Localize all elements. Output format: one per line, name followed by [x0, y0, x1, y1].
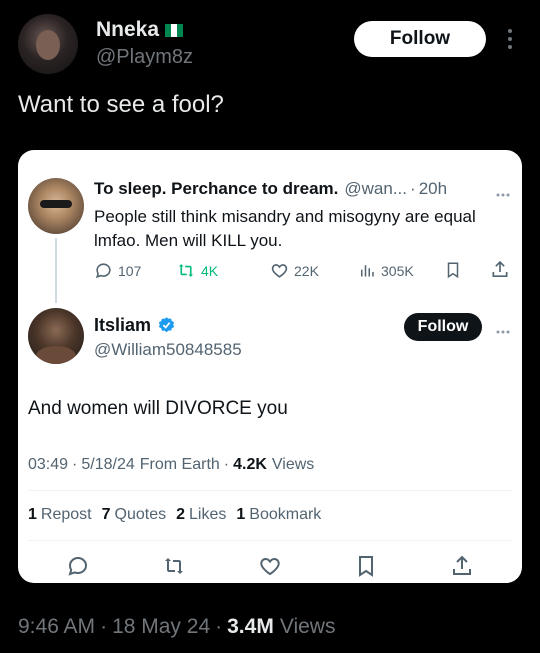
reply-author-name[interactable]: Itsliam — [94, 315, 151, 336]
engagement-row: 1 Repost 7 Quotes 2 Likes 1 Bookmark — [28, 506, 321, 524]
reply-button[interactable] — [66, 554, 90, 583]
reply-source[interactable]: From Earth — [140, 456, 220, 474]
repost-icon — [165, 558, 183, 574]
share-icon — [453, 555, 471, 575]
parent-views-action[interactable]: 305K — [358, 261, 414, 280]
heart-icon — [260, 557, 280, 576]
parent-avatar[interactable] — [28, 178, 84, 234]
parent-like-action[interactable]: 22K — [270, 261, 319, 280]
bookmarks-link[interactable]: 1 Bookmark — [236, 506, 321, 524]
parent-reply-action[interactable]: 107 — [94, 261, 141, 280]
bookmarks-count: 1 — [236, 506, 246, 523]
repost-button[interactable] — [162, 554, 186, 583]
bookmarks-label: Bookmark — [249, 506, 322, 523]
reply-author-handle[interactable]: @William50848585 — [94, 340, 242, 360]
quoted-tweet-card[interactable]: To sleep. Perchance to dream. @wan... · … — [18, 150, 522, 583]
author-line: Nneka — [96, 18, 184, 42]
reply-views-label: Views — [271, 456, 315, 473]
tweet-text: Want to see a fool? — [18, 91, 224, 118]
divider-top — [28, 490, 512, 491]
share-button[interactable] — [450, 554, 474, 583]
like-button[interactable] — [258, 554, 282, 583]
reply-more-icon[interactable] — [496, 321, 510, 339]
avatar-shoulders — [36, 346, 76, 364]
separator-dot: · — [410, 179, 416, 198]
parent-header: To sleep. Perchance to dream. @wan... · … — [94, 179, 447, 199]
parent-reply-count: 107 — [118, 262, 142, 279]
reply-avatar[interactable] — [28, 308, 84, 364]
reply-time[interactable]: 03:49 — [28, 456, 68, 474]
outer-views-count: 3.4M — [227, 615, 274, 638]
parent-time[interactable]: 20h — [419, 179, 447, 199]
parent-view-count: 305K — [381, 262, 414, 279]
likes-label: Likes — [189, 506, 227, 523]
quotes-label: Quotes — [114, 506, 167, 523]
reply-icon — [68, 556, 88, 576]
reply-text: And women will DIVORCE you — [28, 398, 288, 419]
parent-share-icon[interactable] — [490, 259, 510, 285]
verified-badge-icon — [157, 316, 176, 335]
parent-more-icon[interactable] — [496, 184, 510, 202]
repost-icon — [176, 261, 196, 280]
reposts-label: Repost — [40, 506, 92, 523]
bookmark-button[interactable] — [354, 554, 378, 583]
reply-icon — [94, 261, 113, 280]
bookmark-icon — [359, 556, 373, 577]
reply-follow-button[interactable]: Follow — [404, 313, 482, 341]
outer-time[interactable]: 9:46 AM — [18, 615, 95, 639]
analytics-icon — [358, 261, 376, 280]
author-name[interactable]: Nneka — [96, 18, 159, 42]
reply-meta: 03:49 · 5/18/24 From Earth · 4.2K Views — [28, 456, 315, 474]
avatar-face — [36, 30, 60, 60]
outer-views-label: Views — [279, 615, 336, 638]
parent-text: People still think misandry and misogyny… — [94, 207, 476, 250]
parent-repost-action[interactable]: 4K — [176, 261, 218, 280]
reply-views-count: 4.2K — [233, 456, 267, 473]
follow-button[interactable]: Follow — [354, 21, 486, 57]
parent-bookmark-icon[interactable] — [444, 260, 462, 285]
quotes-link[interactable]: 7 Quotes — [102, 506, 167, 524]
reposts-link[interactable]: 1 Repost — [28, 506, 92, 524]
likes-link[interactable]: 2 Likes — [176, 506, 226, 524]
reply-name-line: Itsliam — [94, 315, 176, 336]
thread-line — [55, 238, 57, 303]
nigeria-flag-icon — [165, 23, 184, 37]
parent-name[interactable]: To sleep. Perchance to dream. — [94, 179, 338, 199]
author-avatar[interactable] — [18, 14, 78, 74]
quotes-count: 7 — [101, 506, 111, 523]
parent-repost-count: 4K — [201, 262, 219, 279]
heart-icon — [270, 261, 289, 280]
sunglasses-shape — [40, 200, 72, 208]
author-handle[interactable]: @Playm8z — [96, 46, 193, 69]
outer-date[interactable]: 18 May 24 — [112, 615, 210, 639]
parent-handle[interactable]: @wan... — [344, 179, 407, 199]
parent-like-count: 22K — [294, 262, 319, 279]
outer-footer: 9:46 AM · 18 May 24 · 3.4M Views — [18, 615, 336, 639]
likes-count: 2 — [176, 506, 186, 523]
reposts-count: 1 — [28, 506, 37, 523]
divider-bottom — [28, 540, 512, 541]
reply-date[interactable]: 5/18/24 — [81, 456, 134, 474]
more-options-icon[interactable] — [505, 28, 515, 50]
